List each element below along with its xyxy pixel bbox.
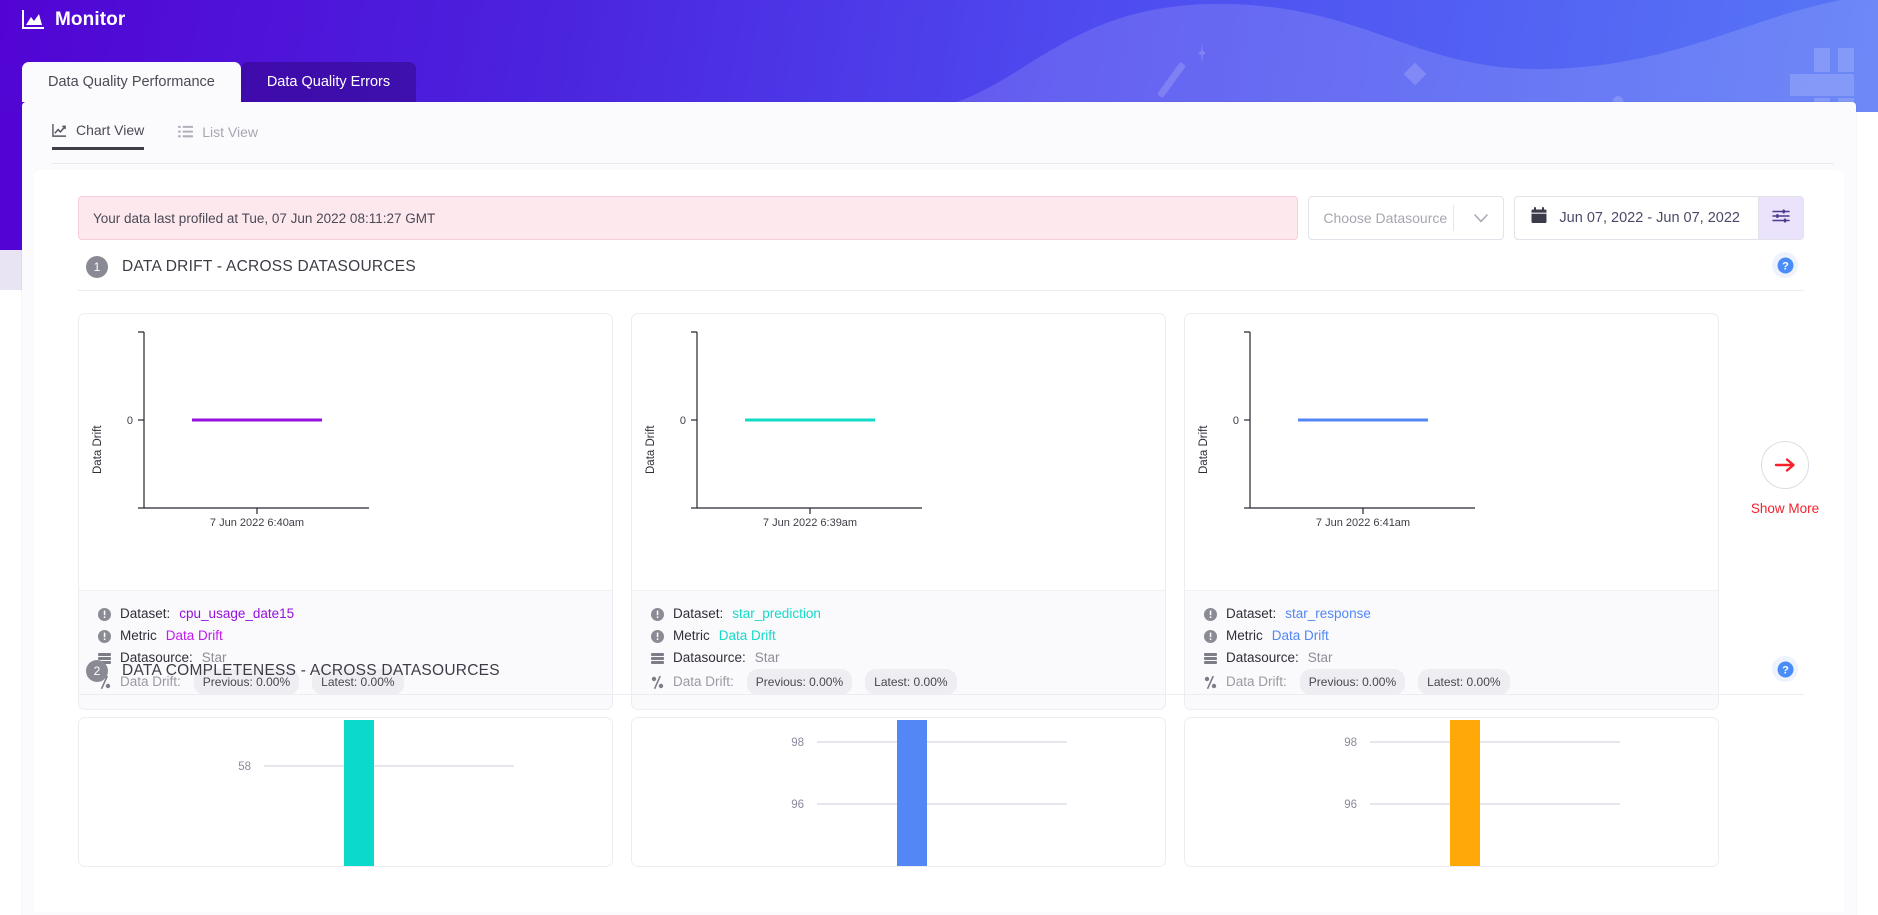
view-tabs: Chart View List View (52, 122, 258, 150)
content-sheet: Chart View List View (22, 102, 1856, 915)
dataset-row: Dataset: cpu_usage_date15 (97, 603, 594, 625)
svg-text:0: 0 (1233, 415, 1239, 427)
svg-text:58: 58 (238, 761, 251, 773)
metric-label: Metric (120, 625, 157, 647)
y-axis-title: Data Drift (645, 425, 657, 474)
line-chart: Data Drift 0 7 Jun 2022 6:40am (79, 314, 612, 590)
info-circle-icon (97, 629, 111, 643)
bar-chart: 98 96 (632, 718, 1165, 867)
chart-card: Data Drift 0 7 Jun 2022 6:41am (1184, 313, 1719, 710)
data-drift-cards: Data Drift 0 7 Jun 2022 6:40am (78, 313, 1804, 710)
metric-label: Metric (1226, 625, 1263, 647)
metric-value[interactable]: Data Drift (166, 625, 223, 647)
dataset-label: Dataset: (673, 603, 723, 625)
svg-text:7 Jun 2022 6:39am: 7 Jun 2022 6:39am (763, 517, 857, 529)
top-banner: Monitor Data Quality Performance Data Qu… (0, 0, 1878, 112)
date-range-value: Jun 07, 2022 - Jun 07, 2022 (1559, 210, 1740, 226)
calendar-icon (1531, 207, 1547, 229)
info-circle-icon (1203, 629, 1217, 643)
dataset-label: Dataset: (1226, 603, 1276, 625)
dataset-row: Dataset: star_prediction (650, 603, 1147, 625)
date-filter-group: Jun 07, 2022 - Jun 07, 2022 (1514, 196, 1804, 240)
svg-text:0: 0 (127, 415, 133, 427)
metric-value[interactable]: Data Drift (1272, 625, 1329, 647)
dataset-row: Dataset: star_response (1203, 603, 1700, 625)
svg-text:?: ? (1782, 664, 1789, 676)
section-number-badge: 1 (86, 256, 108, 278)
show-more-label: Show More (1751, 501, 1819, 516)
banner-wave-decoration (898, 0, 1878, 112)
app-title: Monitor (55, 9, 125, 31)
bar-chart: 98 96 (1185, 718, 1718, 867)
tab-list-view-label: List View (202, 124, 258, 140)
svg-text:7 Jun 2022 6:40am: 7 Jun 2022 6:40am (210, 517, 304, 529)
tab-chart-view[interactable]: Chart View (52, 122, 144, 150)
metric-row: Metric Data Drift (97, 625, 594, 647)
svg-text:98: 98 (1344, 737, 1357, 749)
chart-card: 98 96 (1184, 717, 1719, 867)
tab-data-quality-performance[interactable]: Data Quality Performance (22, 62, 241, 102)
show-more-button[interactable]: Show More (1737, 441, 1833, 516)
info-circle-icon (650, 607, 664, 621)
brand: Monitor (22, 9, 125, 31)
date-range-picker[interactable]: Jun 07, 2022 - Jun 07, 2022 (1514, 196, 1759, 240)
svg-text:?: ? (1782, 260, 1789, 272)
section-data-drift-header: 1 DATA DRIFT - ACROSS DATASOURCES ? (78, 256, 1804, 291)
info-circle-icon (97, 607, 111, 621)
tab-data-quality-errors[interactable]: Data Quality Errors (241, 62, 416, 102)
y-axis-title: Data Drift (92, 425, 104, 474)
dataset-label: Dataset: (120, 603, 170, 625)
datasource-select[interactable]: Choose Datasource (1308, 196, 1504, 240)
line-chart: Data Drift 0 7 Jun 2022 6:41am (1185, 314, 1718, 590)
section-data-drift: 1 DATA DRIFT - ACROSS DATASOURCES ? (78, 256, 1804, 710)
svg-text:7 Jun 2022 6:41am: 7 Jun 2022 6:41am (1316, 517, 1410, 529)
metric-label: Metric (673, 625, 710, 647)
svg-text:0: 0 (680, 415, 686, 427)
line-chart: Data Drift 0 7 Jun 2022 6:39am (632, 314, 1165, 590)
datasource-select-divider (1453, 205, 1454, 231)
chart-card: 98 96 (631, 717, 1166, 867)
list-icon (178, 124, 193, 139)
sliders-icon (1772, 208, 1790, 229)
tab-list-view[interactable]: List View (178, 124, 258, 149)
y-axis-title: Data Drift (1198, 425, 1210, 474)
chart-area-icon (22, 10, 44, 30)
chart-card: Data Drift 0 7 Jun 2022 6:39am (631, 313, 1166, 710)
section-data-completeness-header: 2 DATA COMPLETENESS - ACROSS DATASOURCES… (78, 660, 1804, 695)
dataset-value[interactable]: star_response (1285, 603, 1371, 625)
controls-row: Your data last profiled at Tue, 07 Jun 2… (78, 196, 1804, 240)
chart-card: Data Drift 0 7 Jun 2022 6:40am (78, 313, 613, 710)
main-panel: Your data last profiled at Tue, 07 Jun 2… (34, 170, 1844, 912)
info-circle-icon (650, 629, 664, 643)
chevron-down-icon[interactable] (1459, 214, 1503, 223)
line-chart-icon (52, 123, 67, 138)
info-circle-icon (1203, 607, 1217, 621)
arrow-right-icon (1761, 441, 1809, 489)
profiled-alert-text: Your data last profiled at Tue, 07 Jun 2… (93, 211, 435, 226)
datasource-select-placeholder: Choose Datasource (1309, 210, 1447, 226)
tab-chart-view-label: Chart View (76, 122, 144, 138)
question-circle-icon[interactable]: ? (1772, 252, 1798, 278)
app-root: Monitor Data Quality Performance Data Qu… (0, 0, 1878, 915)
view-tabs-divider (52, 163, 1834, 164)
svg-text:96: 96 (791, 799, 804, 811)
dataset-value[interactable]: cpu_usage_date15 (179, 603, 294, 625)
chart-card: 58 (78, 717, 613, 867)
question-circle-icon[interactable]: ? (1772, 656, 1798, 682)
section-data-completeness: 2 DATA COMPLETENESS - ACROSS DATASOURCES… (78, 660, 1804, 867)
section-title: DATA DRIFT - ACROSS DATASOURCES (122, 258, 416, 276)
metric-value[interactable]: Data Drift (719, 625, 776, 647)
metric-row: Metric Data Drift (650, 625, 1147, 647)
svg-text:98: 98 (791, 737, 804, 749)
filter-settings-button[interactable] (1759, 196, 1804, 240)
profiled-alert: Your data last profiled at Tue, 07 Jun 2… (78, 196, 1298, 240)
dataset-value[interactable]: star_prediction (732, 603, 821, 625)
section-title: DATA COMPLETENESS - ACROSS DATASOURCES (122, 662, 500, 680)
svg-text:96: 96 (1344, 799, 1357, 811)
page-tabs: Data Quality Performance Data Quality Er… (22, 62, 416, 102)
data-completeness-cards: 58 98 96 (78, 717, 1804, 867)
bar-chart: 58 (79, 718, 612, 867)
metric-row: Metric Data Drift (1203, 625, 1700, 647)
section-number-badge: 2 (86, 660, 108, 682)
